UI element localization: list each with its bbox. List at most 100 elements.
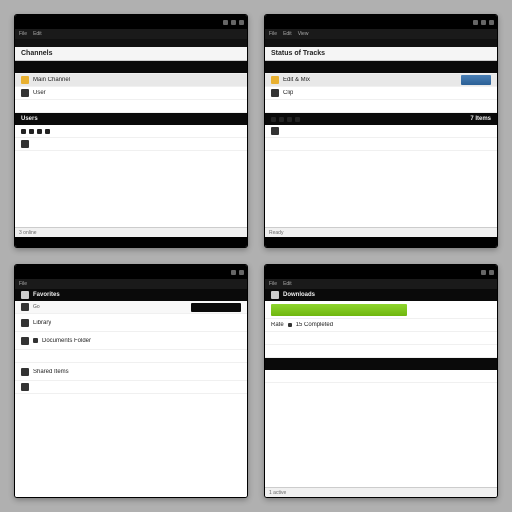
menu-file[interactable]: File (269, 281, 277, 287)
section-users: Users (15, 113, 247, 125)
row-general[interactable] (15, 61, 247, 74)
row-item[interactable] (265, 370, 497, 383)
user-icon (21, 89, 29, 97)
menu-edit[interactable]: Edit (33, 31, 42, 37)
footer: Ready (265, 227, 497, 237)
menubar: File Edit (15, 29, 247, 39)
minimize-icon[interactable] (473, 20, 478, 25)
maximize-icon[interactable] (231, 20, 236, 25)
menubar: File Edit (265, 279, 497, 289)
row-library[interactable]: Library (15, 314, 247, 332)
folder-icon (21, 337, 29, 345)
content-area: Main Channel User Users (15, 61, 247, 227)
row-label: Main Channel (33, 77, 70, 83)
close-icon[interactable] (489, 20, 494, 25)
menu-edit[interactable]: Edit (283, 281, 292, 287)
toolbar (15, 39, 247, 47)
section-divider (265, 358, 497, 370)
panel-channels: File Edit Channels Main Channel User Use… (14, 14, 248, 248)
maximize-icon[interactable] (481, 20, 486, 25)
panel-header: Channels (15, 47, 247, 61)
status-label-b: 15 Completed (296, 322, 333, 328)
minimize-icon[interactable] (481, 270, 486, 275)
clip-icon (271, 89, 279, 97)
menu-file[interactable]: File (19, 281, 27, 287)
control-icons[interactable] (271, 117, 300, 122)
menubar: File Edit View (265, 29, 497, 39)
bullet-icon (288, 323, 292, 327)
row-edit[interactable]: Edit & Mix (265, 74, 497, 87)
titlebar[interactable] (15, 265, 247, 279)
section-header: Favorites (15, 289, 247, 301)
row-shared[interactable]: Shared Items (15, 363, 247, 381)
menu-edit[interactable]: Edit (283, 31, 292, 37)
status-label-a: Rate (271, 322, 284, 328)
minimize-icon[interactable] (231, 270, 236, 275)
content-area: Rate 15 Completed (265, 301, 497, 487)
row-item[interactable] (15, 381, 247, 394)
toolbar (265, 39, 497, 47)
section-items: 7 Items (265, 113, 497, 125)
header-label: Downloads (283, 292, 315, 298)
menubar: File (15, 279, 247, 289)
close-icon[interactable] (489, 270, 494, 275)
nav-label: Go (33, 304, 40, 310)
nav-row: Go (15, 301, 247, 314)
panel-favorites: File Favorites Go Library Documents Fold… (14, 264, 248, 498)
footer: 3 online (15, 227, 247, 237)
statusbar (265, 237, 497, 247)
section-label: 7 Items (470, 116, 491, 122)
status-icons (21, 129, 50, 134)
row-item[interactable] (15, 138, 247, 151)
row-blank (265, 332, 497, 345)
row-label: Shared Items (33, 369, 69, 375)
row-label: Documents Folder (42, 338, 91, 344)
menu-view[interactable]: View (298, 31, 309, 37)
folder-icon (271, 76, 279, 84)
titlebar[interactable] (265, 265, 497, 279)
folder-icon (21, 76, 29, 84)
share-icon (21, 368, 29, 376)
row-label: User (33, 90, 46, 96)
titlebar[interactable] (265, 15, 497, 29)
user-icon (21, 303, 29, 311)
close-icon[interactable] (239, 20, 244, 25)
header-label: Favorites (33, 292, 60, 298)
menu-file[interactable]: File (269, 31, 277, 37)
row-blank (265, 100, 497, 113)
nav-bar[interactable] (191, 303, 241, 312)
menu-file[interactable]: File (19, 31, 27, 37)
titlebar[interactable] (15, 15, 247, 29)
status-row: Rate 15 Completed (265, 319, 497, 332)
close-icon[interactable] (239, 270, 244, 275)
content-area: Library Documents Folder Shared Items (15, 314, 247, 497)
row-blank (15, 350, 247, 363)
item-icon (21, 383, 29, 391)
nav-icon (21, 291, 29, 299)
row-main[interactable]: Main Channel (15, 74, 247, 87)
row-item[interactable] (265, 125, 497, 138)
panel-tracks: File Edit View Status of Tracks Edit & M… (264, 14, 498, 248)
row-blank (15, 100, 247, 113)
row-track[interactable] (265, 61, 497, 74)
row-documents[interactable]: Documents Folder (15, 332, 247, 350)
progress-bar (271, 304, 407, 316)
row-item[interactable] (265, 138, 497, 151)
row-item[interactable] (15, 125, 247, 138)
row-label: Library (33, 320, 51, 326)
progress-indicator (461, 75, 491, 85)
progress-row (265, 301, 497, 319)
content-area: Edit & Mix Clip 7 Items (265, 61, 497, 227)
statusbar (15, 237, 247, 247)
minimize-icon[interactable] (223, 20, 228, 25)
item-icon (271, 127, 279, 135)
section-header: Downloads (265, 289, 497, 301)
panel-downloads: File Edit Downloads Rate 15 Completed 1 … (264, 264, 498, 498)
row-blank (265, 345, 497, 358)
row-clip[interactable]: Clip (265, 87, 497, 100)
sub-icon (33, 338, 38, 343)
item-icon (21, 140, 29, 148)
panel-header: Status of Tracks (265, 47, 497, 61)
row-label: Edit & Mix (283, 77, 310, 83)
row-user[interactable]: User (15, 87, 247, 100)
